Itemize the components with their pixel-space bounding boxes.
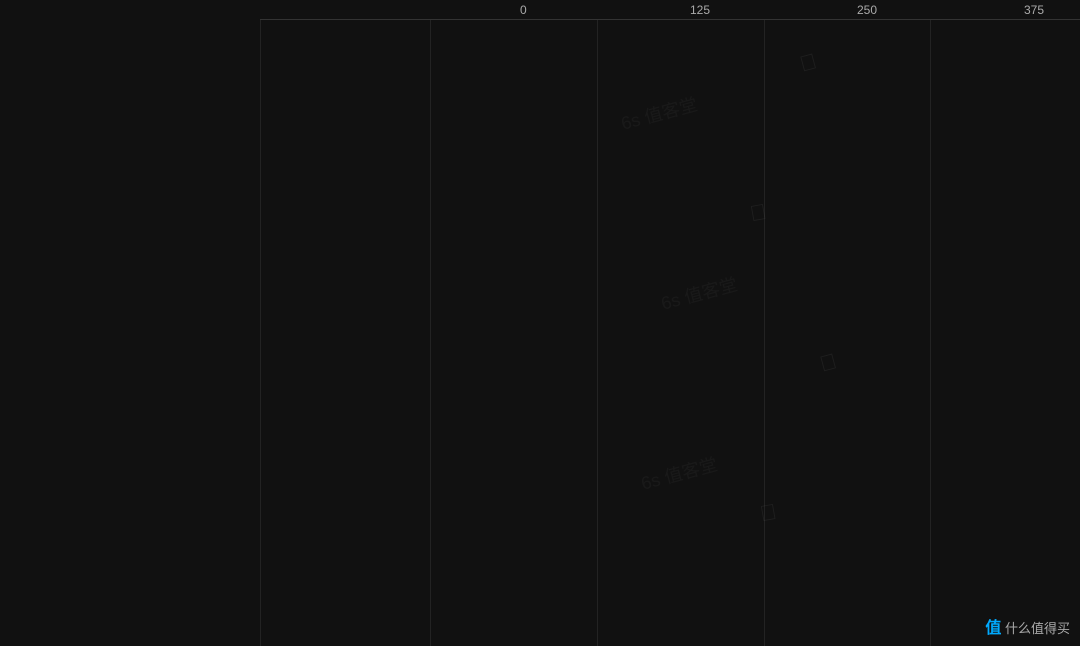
axis-label-250: 250 bbox=[857, 3, 877, 17]
axis-label-0: 0 bbox=[520, 3, 527, 17]
axis-top: 0 125 250 375 500 bbox=[260, 0, 1080, 20]
bars-area bbox=[0, 20, 1080, 646]
chart-container: 0 125 250 375 500 值 什么值得买     6s 值客堂… bbox=[0, 0, 1080, 646]
axis-label-125: 125 bbox=[690, 3, 710, 17]
bottom-logo: 值 什么值得买 bbox=[985, 614, 1070, 638]
axis-label-375: 375 bbox=[1024, 3, 1044, 17]
